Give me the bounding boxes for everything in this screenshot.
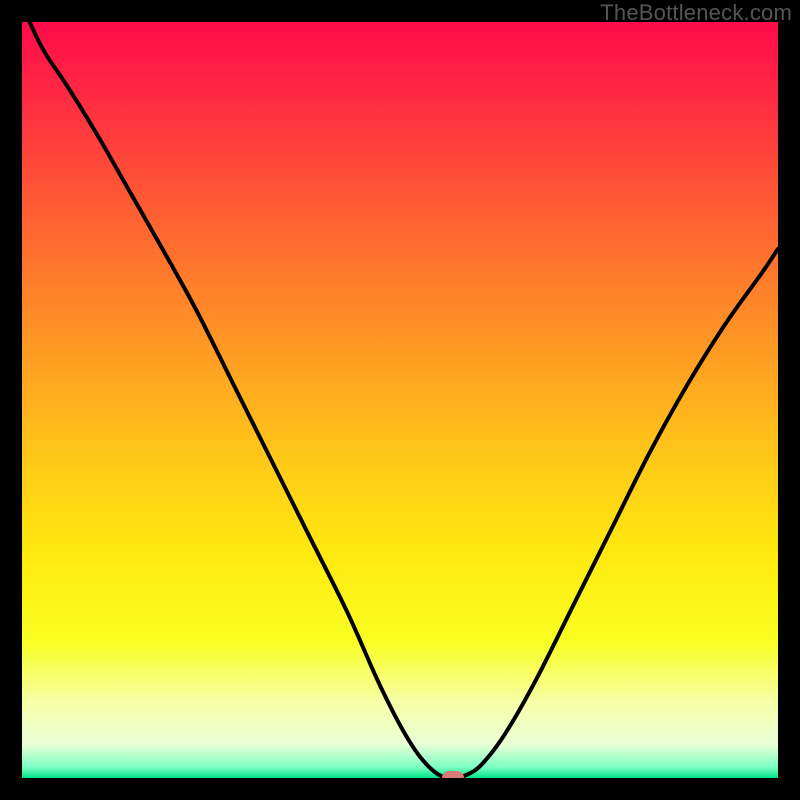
chart-svg <box>22 22 778 778</box>
watermark-text: TheBottleneck.com <box>600 0 792 26</box>
minimum-marker <box>442 771 464 778</box>
gradient-background <box>22 22 778 778</box>
plot-area <box>22 22 778 778</box>
chart-frame: TheBottleneck.com <box>0 0 800 800</box>
